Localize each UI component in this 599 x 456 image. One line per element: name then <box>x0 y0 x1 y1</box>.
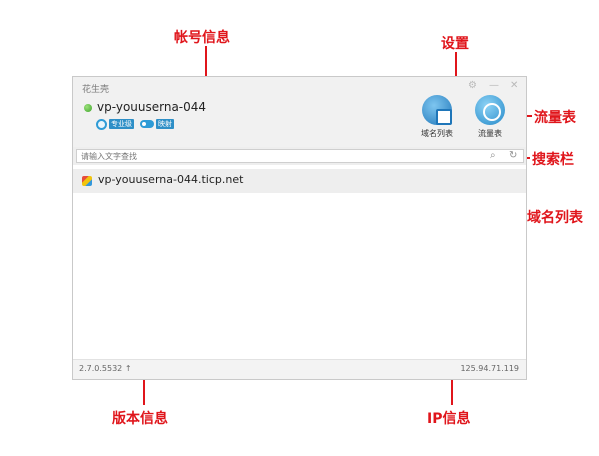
search-icon[interactable]: ⌕ <box>490 149 496 163</box>
annotation-account-info: 帐号信息 <box>174 30 230 46</box>
badge-mapping: 映射 <box>156 119 174 129</box>
gear-icon[interactable]: ⚙ <box>468 80 477 92</box>
refresh-icon[interactable]: ↻ <box>509 149 517 163</box>
ip-address: 125.94.71.119 <box>460 364 519 373</box>
upgrade-icon[interactable]: ↑ <box>125 364 132 373</box>
account-badges: 专业级 映射 <box>96 118 174 130</box>
account-name: vp-youuserna-044 <box>97 100 207 114</box>
annotation-domain-list: 域名列表 <box>527 210 583 226</box>
domain-name: vp-youuserna-044.ticp.net <box>98 173 244 186</box>
domain-list: vp-youuserna-044.ticp.net <box>73 169 526 361</box>
badge-level: 专业级 <box>109 119 134 129</box>
globe-icon <box>422 95 452 125</box>
close-icon[interactable]: ✕ <box>510 80 518 92</box>
level-icon <box>96 118 107 130</box>
annotation-version-info: 版本信息 <box>112 411 168 427</box>
annotation-traffic: 流量表 <box>534 110 576 126</box>
domain-list-button[interactable]: 域名列表 <box>414 95 460 139</box>
version-text: 2.7.0.5532 ↑ <box>79 364 132 373</box>
traffic-label: 流量表 <box>478 129 502 138</box>
list-item[interactable]: vp-youuserna-044.ticp.net <box>73 169 526 193</box>
domain-icon <box>82 176 92 186</box>
traffic-button[interactable]: 流量表 <box>467 95 513 139</box>
search-bar: ⌕ ↻ <box>73 147 526 165</box>
annotation-search-bar: 搜索栏 <box>532 152 574 168</box>
online-status-icon <box>84 104 92 112</box>
domain-list-label: 域名列表 <box>421 129 453 138</box>
minimize-icon[interactable]: — <box>489 80 499 92</box>
annotation-settings: 设置 <box>441 36 469 52</box>
gauge-icon <box>475 95 505 125</box>
mapping-icon <box>140 120 154 128</box>
window-title: 花生壳 <box>82 85 110 95</box>
annotation-ip-info: IP信息 <box>427 411 471 427</box>
annotated-screenshot: 帐号信息 设置 流量表 搜索栏 域名列表 版本信息 IP信息 花生壳 ⚙ — ✕… <box>0 0 599 456</box>
app-window: 花生壳 ⚙ — ✕ vp-youuserna-044 专业级 映射 域名列表 流… <box>72 76 527 380</box>
search-input[interactable] <box>76 149 524 163</box>
status-bar: 2.7.0.5532 ↑ 125.94.71.119 <box>73 359 526 379</box>
header: 花生壳 ⚙ — ✕ vp-youuserna-044 专业级 映射 域名列表 流… <box>73 77 526 147</box>
